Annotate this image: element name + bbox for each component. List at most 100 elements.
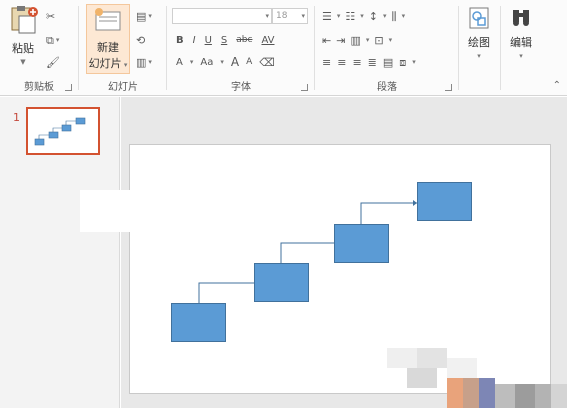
paragraph-launcher-icon[interactable] [445, 84, 452, 91]
text-direction-dropdown-icon[interactable]: ▾ [402, 12, 406, 20]
clipboard-group: 粘贴 ▼ ✂ ⧉ ▾ 🖌 剪贴板 [0, 0, 78, 96]
smartart-icon[interactable]: ⧈ [399, 57, 406, 68]
align-text-dropdown-icon[interactable]: ▾ [389, 36, 393, 44]
font-format-row: B I U S abc AV [176, 32, 275, 48]
process-box[interactable] [417, 182, 472, 221]
editing-label: 编辑 [510, 36, 532, 49]
slide-thumbnail-pane: 1 [0, 97, 120, 408]
new-slide-label-line2: 幻灯片 [88, 57, 122, 70]
paragraph-group-label: 段落 [377, 82, 397, 93]
editing-dropdown-icon[interactable]: ▾ [504, 52, 538, 60]
align-left-icon[interactable]: ≡ [322, 57, 331, 68]
binoculars-icon [513, 10, 529, 26]
underline-button[interactable]: U [205, 35, 212, 46]
section-button[interactable]: ▥ ▾ [136, 54, 152, 70]
character-spacing-button[interactable]: AV [261, 35, 274, 46]
cut-button[interactable]: ✂ [46, 8, 55, 24]
increase-indent-icon[interactable]: ⇥ [336, 35, 345, 46]
change-case-dropdown-icon[interactable]: ▾ [220, 58, 224, 66]
copy-dropdown-icon[interactable]: ▾ [56, 36, 60, 44]
white-overlay [80, 190, 160, 232]
numbering-dropdown-icon[interactable]: ▾ [360, 12, 364, 20]
format-painter-button[interactable]: 🖌 [46, 54, 60, 70]
drawing-dropdown-icon[interactable]: ▾ [462, 52, 496, 60]
drawing-button[interactable]: 绘图 ▾ [462, 6, 496, 70]
paragraph-group: ☰ ▾ ☷ ▾ ↕ ▾ ⫼ ▾ ⇤ ⇥ ▥ ▾ ⊡ ▾ ≡ ≡ ≡ ≣ ▤ ⧈ ▾ 段落 [316, 0, 458, 96]
process-box[interactable] [171, 303, 226, 342]
font-name-field[interactable]: ▾ [172, 8, 272, 24]
slides-group: 新建 幻灯片 ▾ ▤ ▾ ⟲ ▥ ▾ 幻灯片 [80, 0, 166, 96]
columns-dropdown-icon[interactable]: ▾ [366, 36, 370, 44]
process-box[interactable] [254, 263, 309, 302]
watermark-mosaic [387, 348, 567, 408]
paragraph-row-3: ≡ ≡ ≡ ≣ ▤ ⧈ ▾ [322, 54, 416, 70]
new-slide-label2: 幻灯片 ▾ [87, 55, 129, 71]
editing-button[interactable]: 编辑 ▾ [504, 6, 538, 70]
paste-label: 粘贴 [12, 42, 34, 55]
paste-button[interactable]: 粘贴 ▼ [6, 4, 40, 66]
section-dropdown-icon[interactable]: ▾ [148, 58, 152, 66]
collapse-ribbon-icon[interactable]: ⌃ [553, 80, 561, 91]
align-center-icon[interactable]: ≡ [337, 57, 346, 68]
slide-thumbnail[interactable] [26, 107, 100, 155]
text-direction-icon[interactable]: ⫼ [392, 11, 397, 22]
line-spacing-icon[interactable]: ↕ [369, 11, 378, 22]
strikethrough-button[interactable]: abc [236, 35, 252, 45]
smartart-dropdown-icon[interactable]: ▾ [412, 58, 416, 66]
font-launcher-icon[interactable] [301, 84, 308, 91]
bullets-icon[interactable]: ☰ [322, 11, 332, 22]
clear-format-icon[interactable]: ⌫ [259, 57, 275, 68]
new-slide-dropdown-icon[interactable]: ▾ [122, 61, 128, 69]
elbow-connector [360, 202, 417, 224]
elbow-connector [280, 242, 334, 263]
paste-dropdown-icon[interactable]: ▼ [6, 58, 40, 66]
slide-number: 1 [13, 111, 20, 124]
separator [314, 6, 315, 90]
slides-group-label: 幻灯片 [108, 82, 138, 93]
shadow-button[interactable]: S [221, 35, 227, 46]
font-group-label: 字体 [231, 82, 251, 93]
italic-button[interactable]: I [193, 35, 196, 46]
new-slide-icon [95, 8, 121, 31]
process-box[interactable] [334, 224, 389, 263]
shapes-icon [469, 7, 489, 29]
layout-dropdown-icon[interactable]: ▾ [148, 12, 152, 20]
thumbnail-preview [34, 117, 86, 146]
copy-button[interactable]: ⧉ ▾ [46, 32, 59, 48]
separator [458, 6, 459, 90]
align-right-icon[interactable]: ≡ [352, 57, 361, 68]
reset-icon: ⟲ [136, 33, 146, 47]
clipboard-launcher-icon[interactable] [65, 84, 72, 91]
decrease-indent-icon[interactable]: ⇤ [322, 35, 331, 46]
distributed-icon[interactable]: ▤ [383, 57, 393, 68]
font-name-dropdown-icon[interactable]: ▾ [265, 12, 269, 20]
font-size-dropdown-icon[interactable]: ▾ [301, 12, 305, 20]
font-size-value: 18 [276, 11, 288, 21]
new-slide-label: 新建 [97, 41, 119, 54]
section-icon: ▥ [136, 55, 147, 69]
reset-button[interactable]: ⟲ [136, 32, 145, 48]
paste-icon [11, 6, 38, 34]
paragraph-row-2: ⇤ ⇥ ▥ ▾ ⊡ ▾ [322, 32, 392, 48]
separator [78, 6, 79, 90]
columns-icon[interactable]: ▥ [350, 35, 360, 46]
layout-icon: ▤ [136, 9, 147, 23]
font-size-field[interactable]: 18 ▾ [272, 8, 308, 24]
line-spacing-dropdown-icon[interactable]: ▾ [383, 12, 387, 20]
font-color-dropdown-icon[interactable]: ▾ [190, 58, 194, 66]
layout-button[interactable]: ▤ ▾ [136, 8, 152, 24]
align-text-icon[interactable]: ⊡ [374, 35, 383, 46]
shrink-font-button[interactable]: A [246, 57, 252, 67]
font-color-button[interactable]: A [176, 57, 183, 68]
separator [500, 6, 501, 90]
numbering-icon[interactable]: ☷ [345, 11, 355, 22]
bullets-dropdown-icon[interactable]: ▾ [337, 12, 341, 20]
change-case-button[interactable]: Aa [200, 57, 213, 68]
copy-icon: ⧉ [46, 33, 54, 47]
justify-icon[interactable]: ≣ [368, 57, 377, 68]
ribbon: 粘贴 ▼ ✂ ⧉ ▾ 🖌 剪贴板 新建 幻灯片 ▾ ▤ ▾ ⟲ ▥ ▾ 幻灯片 … [0, 0, 567, 96]
grow-font-button[interactable]: A [231, 55, 239, 69]
new-slide-button[interactable]: 新建 幻灯片 ▾ [86, 4, 130, 74]
bold-button[interactable]: B [176, 35, 184, 46]
editing-canvas [121, 97, 567, 408]
